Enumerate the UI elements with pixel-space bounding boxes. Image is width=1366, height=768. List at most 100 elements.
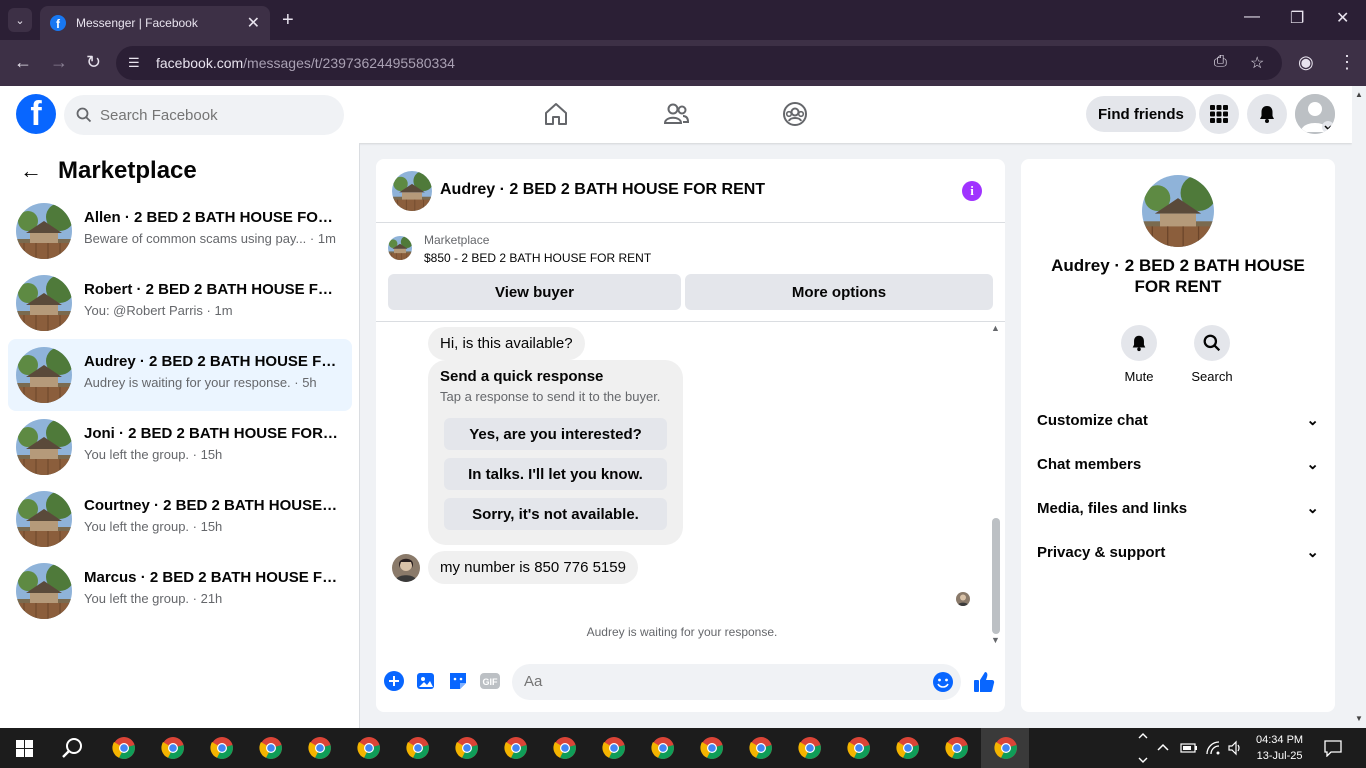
forward-icon[interactable]: →	[50, 52, 68, 73]
browser-tab[interactable]: f Messenger | Facebook ✕	[40, 6, 270, 40]
media-files-links-section[interactable]: Media, files and links ⌄	[1037, 496, 1319, 520]
wifi-icon[interactable]	[1205, 740, 1221, 756]
chrome-taskbar-icon[interactable]	[700, 736, 724, 760]
restore-icon[interactable]: ❐	[1290, 8, 1304, 28]
quick-reply-yes-button[interactable]: Yes, are you interested?	[444, 418, 667, 450]
search-box[interactable]	[64, 95, 344, 135]
chrome-taskbar-icon[interactable]	[455, 736, 479, 760]
listing-price-title[interactable]: $850 - 2 BED 2 BATH HOUSE FOR RENT	[424, 251, 651, 265]
view-buyer-button[interactable]: View buyer	[388, 274, 681, 310]
windows-start-icon[interactable]	[16, 740, 33, 757]
taskbar-overflow-icon[interactable]	[1138, 730, 1148, 766]
address-bar[interactable]: ☰ facebook.com/messages/t/23973624495580…	[116, 46, 1282, 80]
volume-icon[interactable]	[1227, 740, 1243, 756]
taskbar-search-icon[interactable]	[61, 737, 83, 759]
minimize-icon[interactable]: —	[1244, 8, 1260, 26]
facebook-logo-icon[interactable]: f	[16, 94, 56, 134]
quick-reply-not-available-button[interactable]: Sorry, it's not available.	[444, 498, 667, 530]
chrome-taskbar-icon[interactable]	[504, 736, 528, 760]
profile-icon[interactable]: ◉	[1298, 52, 1314, 73]
chat-panel: Audrey · 2 BED 2 BATH HOUSE FOR RENT i M…	[376, 159, 1005, 712]
find-friends-button[interactable]: Find friends	[1086, 96, 1196, 132]
chat-title[interactable]: Audrey · 2 BED 2 BATH HOUSE FOR RENT	[440, 181, 765, 199]
account-avatar[interactable]	[1295, 94, 1335, 134]
reload-icon[interactable]: ↻	[86, 52, 101, 73]
chrome-taskbar-icon[interactable]	[994, 736, 1018, 760]
notification-center-icon[interactable]	[1323, 739, 1343, 757]
scroll-down-icon[interactable]: ▼	[991, 635, 1000, 645]
close-window-icon[interactable]: ✕	[1336, 8, 1349, 28]
page-scrollbar[interactable]: ▲ ▼	[1352, 86, 1366, 728]
new-tab-icon[interactable]: +	[282, 8, 294, 32]
clock-time: 04:34 PM	[1256, 734, 1304, 746]
chrome-taskbar-icon[interactable]	[210, 736, 234, 760]
conversation-item[interactable]: Allen · 2 BED 2 BATH HOUSE FOR RENT Bewa…	[8, 195, 352, 267]
back-icon[interactable]: ←	[14, 52, 32, 73]
quick-response-card: Send a quick response Tap a response to …	[428, 360, 683, 545]
quick-reply-talks-button[interactable]: In talks. I'll let you know.	[444, 458, 667, 490]
message-input[interactable]	[524, 673, 924, 690]
site-info-icon[interactable]: ☰	[128, 55, 148, 71]
chrome-taskbar-icon[interactable]	[112, 736, 136, 760]
sticker-icon[interactable]	[447, 670, 469, 692]
friends-icon[interactable]	[662, 100, 690, 128]
chrome-taskbar-icon[interactable]	[896, 736, 920, 760]
close-tab-icon[interactable]: ✕	[247, 13, 260, 33]
chrome-taskbar-icon[interactable]	[259, 736, 283, 760]
conversation-info-panel: Audrey · 2 BED 2 BATH HOUSE FOR RENT Mut…	[1021, 159, 1335, 712]
notifications-button[interactable]	[1247, 94, 1287, 134]
chrome-menu-icon[interactable]: ⋮	[1338, 52, 1356, 73]
chrome-taskbar-icon[interactable]	[357, 736, 381, 760]
message-input-wrapper[interactable]	[512, 664, 961, 700]
chrome-taskbar-icon[interactable]	[553, 736, 577, 760]
chrome-taskbar-icon[interactable]	[651, 736, 675, 760]
chrome-taskbar-icon[interactable]	[798, 736, 822, 760]
menu-grid-button[interactable]	[1199, 94, 1239, 134]
gif-icon[interactable]: GIF	[479, 670, 501, 692]
info-icon[interactable]: i	[962, 181, 982, 201]
more-options-button[interactable]: More options	[685, 274, 993, 310]
chrome-taskbar-icon[interactable]	[308, 736, 332, 760]
listing-thumbnail[interactable]	[388, 236, 412, 260]
privacy-support-section[interactable]: Privacy & support ⌄	[1037, 540, 1319, 564]
scroll-up-icon[interactable]: ▲	[991, 323, 1000, 333]
groups-icon[interactable]	[781, 100, 809, 128]
mute-action[interactable]: Mute	[1109, 325, 1169, 384]
conversation-item[interactable]: Marcus · 2 BED 2 BATH HOUSE FOR RENT You…	[8, 555, 352, 627]
emoji-icon[interactable]	[932, 671, 954, 693]
tray-chevron-up-icon[interactable]	[1157, 742, 1169, 754]
scrollbar-thumb[interactable]	[992, 518, 1000, 634]
taskbar-clock[interactable]: 04:34 PM 13-Jul-25	[1256, 732, 1303, 764]
conversation-info-name: Audrey · 2 BED 2 BATH HOUSE FOR RENT	[1051, 256, 1305, 296]
chrome-taskbar-icon[interactable]	[406, 736, 430, 760]
install-app-icon[interactable]: ⎙	[1214, 53, 1227, 71]
scroll-down-icon[interactable]: ▼	[1355, 714, 1363, 723]
customize-chat-section[interactable]: Customize chat ⌄	[1037, 408, 1319, 432]
chat-members-section[interactable]: Chat members ⌄	[1037, 452, 1319, 476]
chrome-taskbar-icon[interactable]	[602, 736, 626, 760]
conversation-item-active[interactable]: Audrey · 2 BED 2 BATH HOUSE FOR RENT Aud…	[8, 339, 352, 411]
chat-avatar[interactable]	[392, 171, 432, 211]
chrome-taskbar-icon[interactable]	[749, 736, 773, 760]
back-arrow-icon[interactable]: ←	[20, 158, 42, 184]
sender-avatar[interactable]	[392, 554, 420, 582]
like-thumb-icon[interactable]	[972, 670, 996, 694]
message-scrollbar[interactable]: ▲ ▼	[990, 323, 1002, 649]
search-input[interactable]	[100, 106, 320, 124]
scroll-up-icon[interactable]: ▲	[1355, 90, 1363, 99]
waiting-notice: Audrey is waiting for your response.	[586, 625, 778, 639]
chrome-taskbar-icon[interactable]	[945, 736, 969, 760]
home-icon[interactable]	[542, 100, 570, 128]
search-action[interactable]: Search	[1182, 325, 1242, 384]
conversation-item[interactable]: Joni · 2 BED 2 BATH HOUSE FOR RENT You l…	[8, 411, 352, 483]
chevron-down-icon: ⌄	[1306, 456, 1319, 473]
tab-search-dropdown-icon[interactable]: ⌄	[8, 8, 32, 32]
photo-icon[interactable]	[415, 670, 437, 692]
chrome-taskbar-icon[interactable]	[847, 736, 871, 760]
conversation-item[interactable]: Robert · 2 BED 2 BATH HOUSE FOR RENT You…	[8, 267, 352, 339]
plus-icon[interactable]	[383, 670, 405, 692]
chrome-taskbar-icon[interactable]	[161, 736, 185, 760]
battery-icon[interactable]	[1180, 741, 1198, 755]
conversation-item[interactable]: Courtney · 2 BED 2 BATH HOUSE FOR RENT Y…	[8, 483, 352, 555]
bookmark-star-icon[interactable]: ☆	[1250, 53, 1264, 73]
